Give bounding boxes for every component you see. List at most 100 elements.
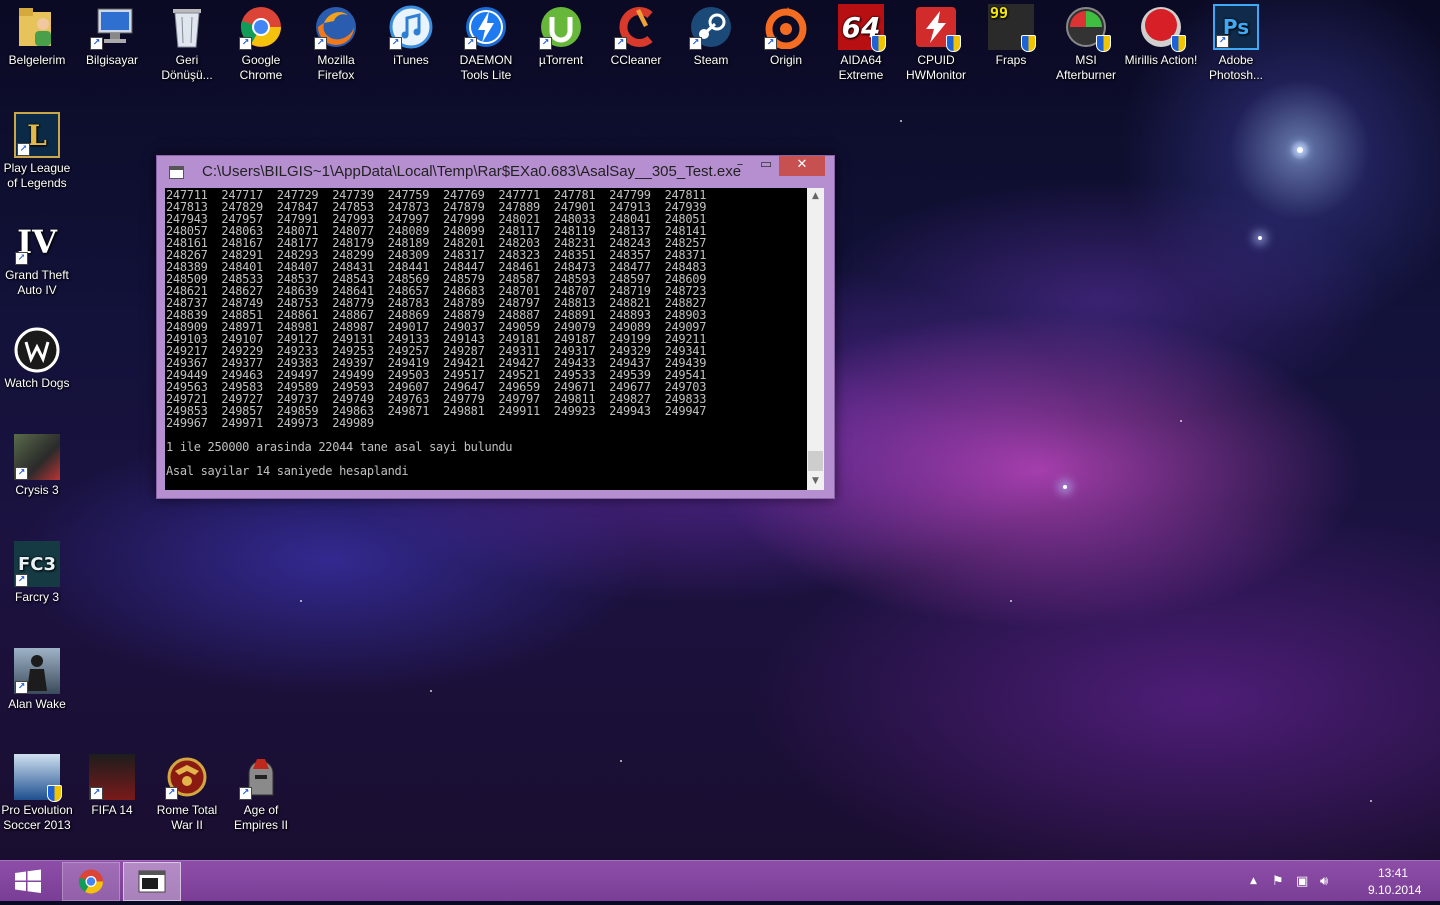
scrollbar-thumb[interactable] <box>808 451 823 471</box>
minimize-button[interactable]: – <box>727 156 753 176</box>
chrome-icon: ↗ <box>238 4 284 50</box>
desktop-icon-league-of-legends[interactable]: L ↗ Play League of Legends <box>0 108 74 191</box>
taskbar-app-console[interactable] <box>123 862 181 901</box>
desktop-icon-fifa-14[interactable]: ↗ FIFA 14 <box>75 750 149 818</box>
aida64-icon: 64 <box>838 4 886 52</box>
console-window-icon <box>138 870 166 893</box>
shortcut-arrow-icon: ↗ <box>689 37 702 50</box>
shortcut-arrow-icon: ↗ <box>314 37 327 50</box>
close-button[interactable]: ✕ <box>779 156 825 176</box>
desktop-icon-label: Grand Theft Auto IV <box>5 268 69 297</box>
desktop-icon-daemon-tools[interactable]: ↗ DAEMON Tools Lite <box>449 0 523 83</box>
shortcut-arrow-icon: ↗ <box>614 37 627 50</box>
desktop-icon-gta-iv[interactable]: IV ↗ Grand Theft Auto IV <box>0 215 74 298</box>
desktop-icon-google-chrome[interactable]: ↗ Google Chrome <box>224 0 298 83</box>
desktop-icon-label: Adobe Photosh... <box>1208 53 1264 82</box>
console-window[interactable]: C:\Users\BILGIS~1\AppData\Local\Temp\Rar… <box>156 155 835 499</box>
desktop-icon-fraps[interactable]: 99 Fraps <box>974 0 1048 68</box>
desktop-icon-label: Mozilla Firefox <box>317 53 355 82</box>
desktop-icon-label: Pro Evolution Soccer 2013 <box>1 803 73 832</box>
scroll-up-icon[interactable]: ▲ <box>807 188 824 205</box>
watch-dogs-icon <box>14 327 60 373</box>
league-of-legends-icon: L ↗ <box>14 112 60 158</box>
window-titlebar[interactable]: C:\Users\BILGIS~1\AppData\Local\Temp\Rar… <box>157 156 834 186</box>
show-hidden-icons-icon[interactable]: ▲ <box>1250 876 1257 886</box>
utorrent-icon: ↗ <box>538 4 584 50</box>
fraps-icon: 99 <box>988 4 1036 52</box>
action-center-flag-icon[interactable]: ⚑ <box>1272 874 1284 889</box>
desktop-icon-hwmonitor[interactable]: CPUID HWMonitor <box>899 0 973 83</box>
uac-shield-icon <box>946 35 961 52</box>
desktop-icon-bilgisayar[interactable]: ↗ Bilgisayar <box>75 0 149 68</box>
bright-star <box>1063 485 1067 489</box>
star <box>1370 800 1372 802</box>
gta-iv-icon: IV ↗ <box>14 219 60 265</box>
alan-wake-icon: ↗ <box>14 648 60 694</box>
desktop-icon-label: Play League of Legends <box>3 161 71 190</box>
desktop-icon-label: µTorrent <box>538 53 584 67</box>
hwmonitor-icon <box>913 4 961 52</box>
desktop-icon-utorrent[interactable]: ↗ µTorrent <box>524 0 598 68</box>
shortcut-arrow-icon: ↗ <box>239 787 252 800</box>
pes-2013-icon <box>14 754 62 802</box>
desktop-icon-steam[interactable]: ↗ Steam <box>674 0 748 68</box>
windows-logo-icon <box>15 869 41 893</box>
shortcut-arrow-icon: ↗ <box>764 37 777 50</box>
chrome-icon <box>78 869 103 894</box>
desktop-icon-label: MSI Afterburner <box>1055 53 1117 82</box>
desktop-icon-label: CCleaner <box>610 53 662 67</box>
scroll-down-icon[interactable]: ▼ <box>807 473 824 490</box>
desktop-icon-itunes[interactable]: ↗ iTunes <box>374 0 448 68</box>
desktop-icon-crysis-3[interactable]: ↗ Crysis 3 <box>0 430 74 498</box>
desktop-icon-label: Age of Empires II <box>233 803 288 832</box>
clock-time[interactable]: 13:41 <box>1378 866 1408 880</box>
desktop-icon-mozilla-firefox[interactable]: ↗ Mozilla Firefox <box>299 0 373 83</box>
star <box>430 690 432 692</box>
start-button[interactable] <box>0 861 56 901</box>
desktop-icon-label: CPUID HWMonitor <box>905 53 966 82</box>
desktop-icon-label: Watch Dogs <box>4 376 70 390</box>
shortcut-arrow-icon: ↗ <box>389 37 402 50</box>
desktop-icon-origin[interactable]: ↗ Origin <box>749 0 823 68</box>
desktop-icon-label: Fraps <box>995 53 1027 67</box>
rome-total-war-icon: ↗ <box>164 754 210 800</box>
desktop-icon-aida64[interactable]: 64 AIDA64 Extreme <box>824 0 898 83</box>
farcry-3-icon: FC3 ↗ <box>14 541 60 587</box>
network-icon[interactable]: ▣ <box>1296 874 1308 889</box>
star <box>620 760 622 762</box>
taskbar-app-chrome[interactable] <box>62 862 120 901</box>
desktop-icon-age-of-empires[interactable]: ↗ Age of Empires II <box>224 750 298 833</box>
shortcut-arrow-icon: ↗ <box>539 37 552 50</box>
desktop-icon-belgelerim[interactable]: Belgelerim <box>0 0 74 68</box>
console-output-text: 247711 247717 247729 247739 247759 24776… <box>166 188 707 478</box>
desktop-icon-watch-dogs[interactable]: Watch Dogs <box>0 323 74 391</box>
farcry-glyph: FC3 <box>17 553 57 575</box>
uac-shield-icon <box>1171 35 1186 52</box>
desktop-icon-recycle-bin[interactable]: Geri Dönüşü... <box>150 0 224 83</box>
clock-date[interactable]: 9.10.2014 <box>1368 883 1421 897</box>
age-of-empires-icon: ↗ <box>238 754 284 800</box>
desktop-icon-adobe-photoshop[interactable]: Ps ↗ Adobe Photosh... <box>1199 0 1273 83</box>
desktop-icon-rome-total-war[interactable]: ↗ Rome Total War II <box>150 750 224 833</box>
desktop-icon-ccleaner[interactable]: ↗ CCleaner <box>599 0 673 68</box>
console-output-area[interactable]: 247711 247717 247729 247739 247759 24776… <box>165 188 807 490</box>
desktop-icon-label: Bilgisayar <box>85 53 139 67</box>
desktop-icon-farcry-3[interactable]: FC3 ↗ Farcry 3 <box>0 537 74 605</box>
console-app-icon[interactable] <box>169 166 184 179</box>
desktop-icon-label: Alan Wake <box>8 697 66 711</box>
recycle-bin-icon <box>164 4 210 50</box>
vertical-scrollbar[interactable]: ▲ ▼ <box>807 188 824 490</box>
shortcut-arrow-icon: ↗ <box>90 37 103 50</box>
desktop-icon-pes-2013[interactable]: Pro Evolution Soccer 2013 <box>0 750 74 833</box>
volume-icon[interactable]: 🔊︎ <box>1320 874 1328 889</box>
shortcut-arrow-icon: ↗ <box>17 143 30 156</box>
desktop-icon-mirillis-action[interactable]: Mirillis Action! <box>1124 0 1198 68</box>
desktop-icon-alan-wake[interactable]: ↗ Alan Wake <box>0 644 74 712</box>
maximize-button[interactable]: ▭ <box>753 156 779 176</box>
shortcut-arrow-icon: ↗ <box>15 574 28 587</box>
star <box>1010 600 1012 602</box>
shortcut-arrow-icon: ↗ <box>15 467 28 480</box>
window-title: C:\Users\BILGIS~1\AppData\Local\Temp\Rar… <box>202 163 742 180</box>
desktop-icon-msi-afterburner[interactable]: MSI Afterburner <box>1049 0 1123 83</box>
daemon-tools-icon: ↗ <box>463 4 509 50</box>
